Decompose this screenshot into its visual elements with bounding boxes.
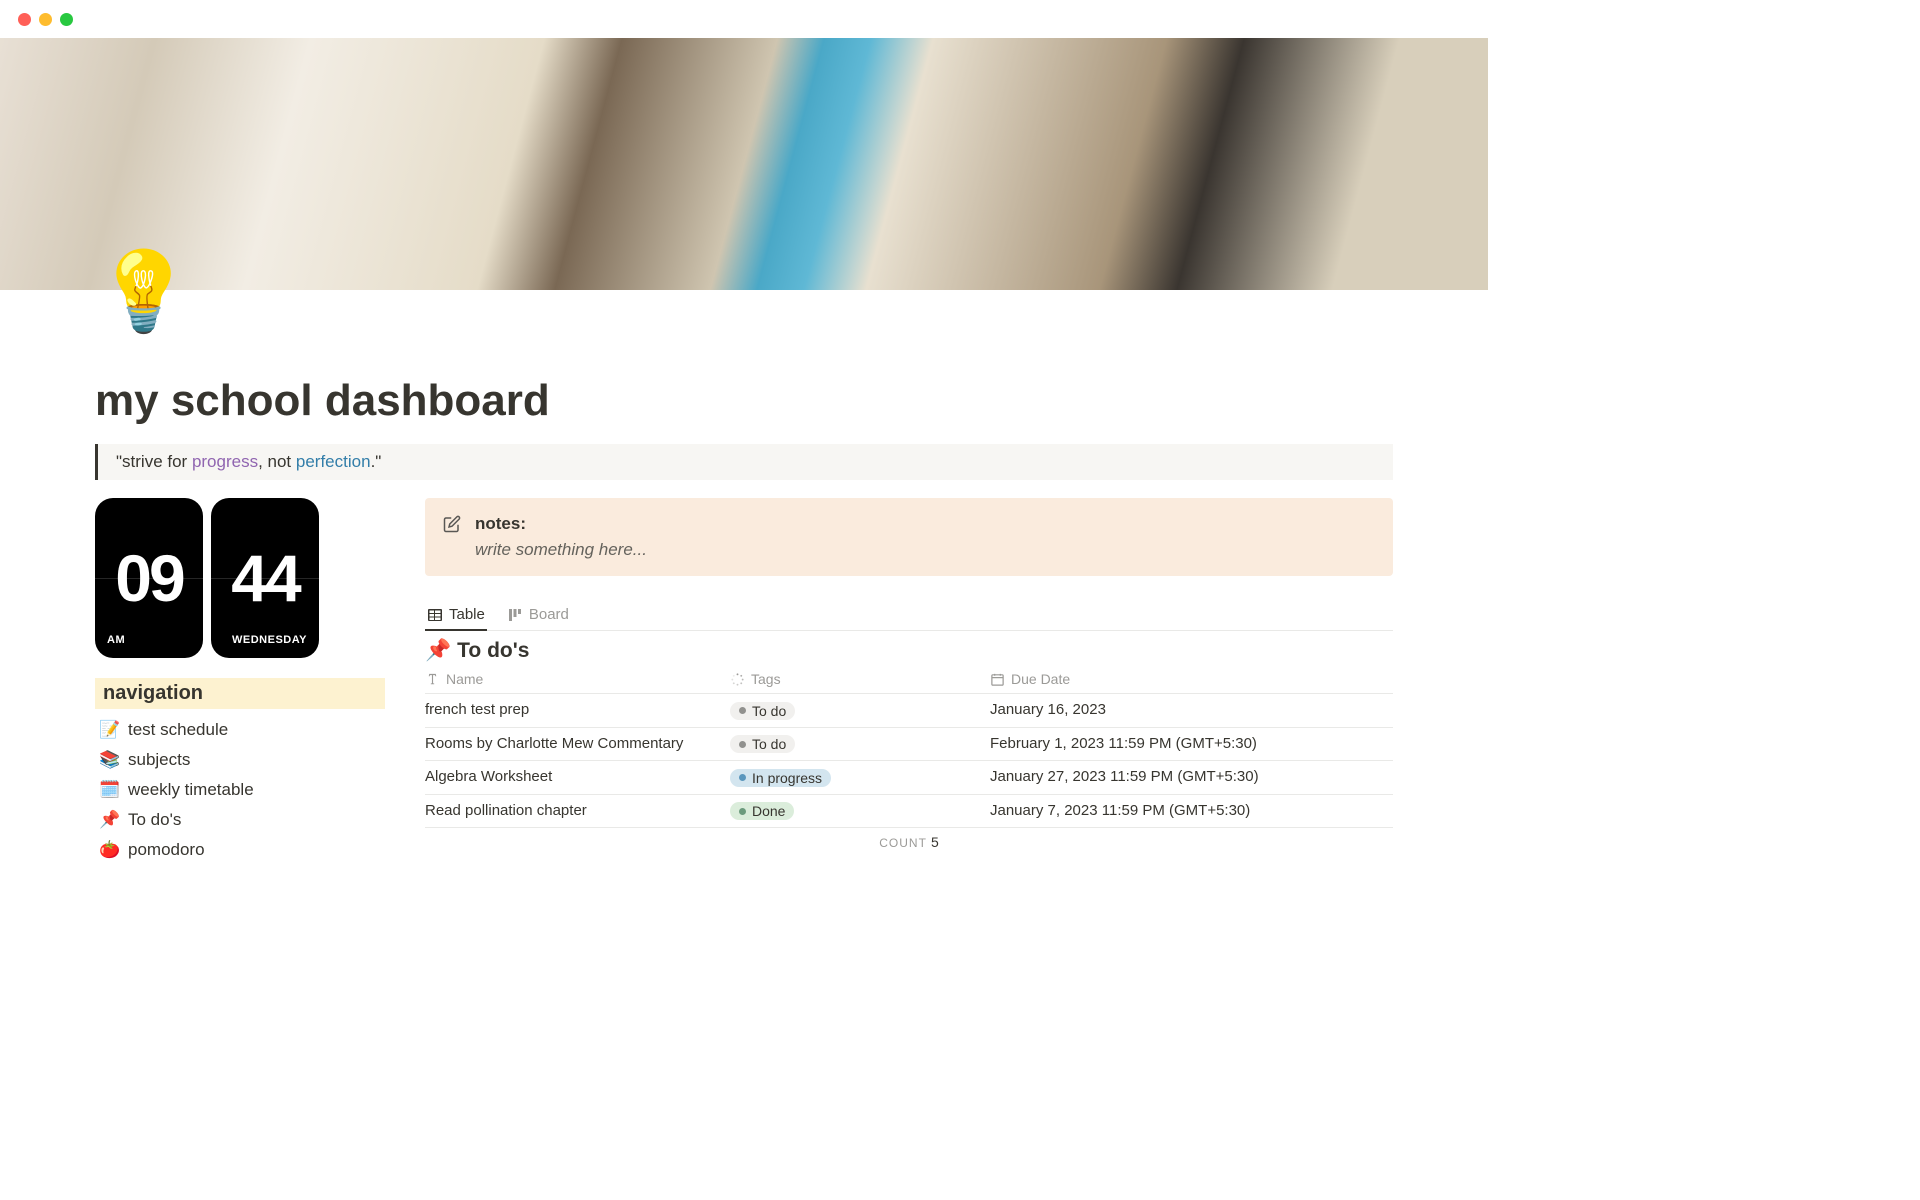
table-count: COUNT 5: [425, 828, 1393, 850]
page-icon[interactable]: 💡: [95, 246, 192, 338]
cell-date[interactable]: January 16, 2023: [990, 701, 1393, 720]
calendar-icon: [990, 672, 1005, 687]
column-header-name[interactable]: Name: [425, 671, 730, 687]
table-row[interactable]: Read pollination chapter Done January 7,…: [425, 795, 1393, 829]
tab-board-label: Board: [529, 606, 569, 623]
table-row[interactable]: Rooms by Charlotte Mew Commentary To do …: [425, 728, 1393, 762]
nav-item-label: test schedule: [128, 720, 228, 740]
page-title[interactable]: my school dashboard: [95, 376, 1393, 426]
database-title[interactable]: 📌 To do's: [425, 639, 1393, 663]
quote-word-progress: progress: [192, 452, 258, 471]
tab-board[interactable]: Board: [505, 600, 571, 631]
nav-item-todos[interactable]: 📌 To do's: [95, 805, 385, 835]
clock-hour-card: 09 AM: [95, 498, 203, 658]
nav-item-label: subjects: [128, 750, 190, 770]
column-name-label: Name: [446, 671, 483, 687]
count-label: COUNT: [879, 836, 927, 850]
edit-icon: [443, 515, 461, 533]
tab-table-label: Table: [449, 606, 485, 623]
minimize-window-button[interactable]: [39, 13, 52, 26]
nav-item-label: pomodoro: [128, 840, 205, 860]
cell-tags[interactable]: In progress: [730, 768, 990, 787]
table-header-row: Name Tags Due Date: [425, 671, 1393, 694]
cell-name[interactable]: Rooms by Charlotte Mew Commentary: [425, 735, 730, 754]
tag-todo: To do: [730, 735, 795, 753]
nav-item-label: To do's: [128, 810, 181, 830]
tab-table[interactable]: Table: [425, 600, 487, 631]
table-icon: [427, 607, 443, 623]
window-titlebar: [0, 0, 1488, 38]
cell-date[interactable]: January 27, 2023 11:59 PM (GMT+5:30): [990, 768, 1393, 787]
column-date-label: Due Date: [1011, 671, 1070, 687]
tag-done: Done: [730, 802, 794, 820]
table-row[interactable]: Algebra Worksheet In progress January 27…: [425, 761, 1393, 795]
database-title-text: To do's: [457, 639, 529, 663]
cell-name[interactable]: Read pollination chapter: [425, 802, 730, 821]
tomato-icon: 🍅: [99, 840, 121, 860]
nav-item-test-schedule[interactable]: 📝 test schedule: [95, 715, 385, 745]
view-tabs: Table Board: [425, 600, 1393, 631]
cell-date[interactable]: February 1, 2023 11:59 PM (GMT+5:30): [990, 735, 1393, 754]
tag-todo: To do: [730, 702, 795, 720]
navigation-header: navigation: [95, 678, 385, 709]
pushpin-icon: 📌: [99, 810, 121, 830]
cell-name[interactable]: french test prep: [425, 701, 730, 720]
column-tags-label: Tags: [751, 671, 781, 687]
column-header-date[interactable]: Due Date: [990, 671, 1393, 687]
close-window-button[interactable]: [18, 13, 31, 26]
board-icon: [507, 607, 523, 623]
memo-icon: 📝: [99, 720, 121, 740]
nav-item-label: weekly timetable: [128, 780, 254, 800]
nav-item-weekly-timetable[interactable]: 🗓️ weekly timetable: [95, 775, 385, 805]
clock-minute-card: 44 WEDNESDAY: [211, 498, 319, 658]
quote-word-perfection: perfection: [296, 452, 371, 471]
cell-tags[interactable]: Done: [730, 802, 990, 821]
nav-item-subjects[interactable]: 📚 subjects: [95, 745, 385, 775]
quote-block[interactable]: "strive for progress, not perfection.": [95, 444, 1393, 480]
quote-text-suffix: .": [371, 452, 382, 471]
column-header-tags[interactable]: Tags: [730, 671, 990, 687]
calendar-icon: 🗓️: [99, 780, 121, 800]
quote-text-prefix: "strive for: [116, 452, 192, 471]
text-icon: [425, 672, 440, 687]
table-row[interactable]: french test prep To do January 16, 2023: [425, 694, 1393, 728]
loading-icon: [730, 672, 745, 687]
notes-body[interactable]: write something here...: [443, 540, 1375, 560]
database-table: Name Tags Due Date french test prep To d…: [425, 671, 1393, 828]
tag-in-progress: In progress: [730, 769, 831, 787]
quote-text-mid: , not: [258, 452, 296, 471]
maximize-window-button[interactable]: [60, 13, 73, 26]
cell-name[interactable]: Algebra Worksheet: [425, 768, 730, 787]
cell-tags[interactable]: To do: [730, 701, 990, 720]
nav-item-pomodoro[interactable]: 🍅 pomodoro: [95, 835, 385, 865]
clock-day: WEDNESDAY: [232, 634, 307, 646]
cell-tags[interactable]: To do: [730, 735, 990, 754]
notes-title: notes:: [475, 514, 526, 534]
pushpin-icon: 📌: [425, 639, 451, 663]
notes-callout[interactable]: notes: write something here...: [425, 498, 1393, 576]
cell-date[interactable]: January 7, 2023 11:59 PM (GMT+5:30): [990, 802, 1393, 821]
cover-image[interactable]: [0, 38, 1488, 290]
clock-ampm: AM: [107, 634, 125, 646]
count-value: 5: [931, 834, 939, 850]
clock-widget: 09 AM 44 WEDNESDAY: [95, 498, 385, 658]
books-icon: 📚: [99, 750, 121, 770]
